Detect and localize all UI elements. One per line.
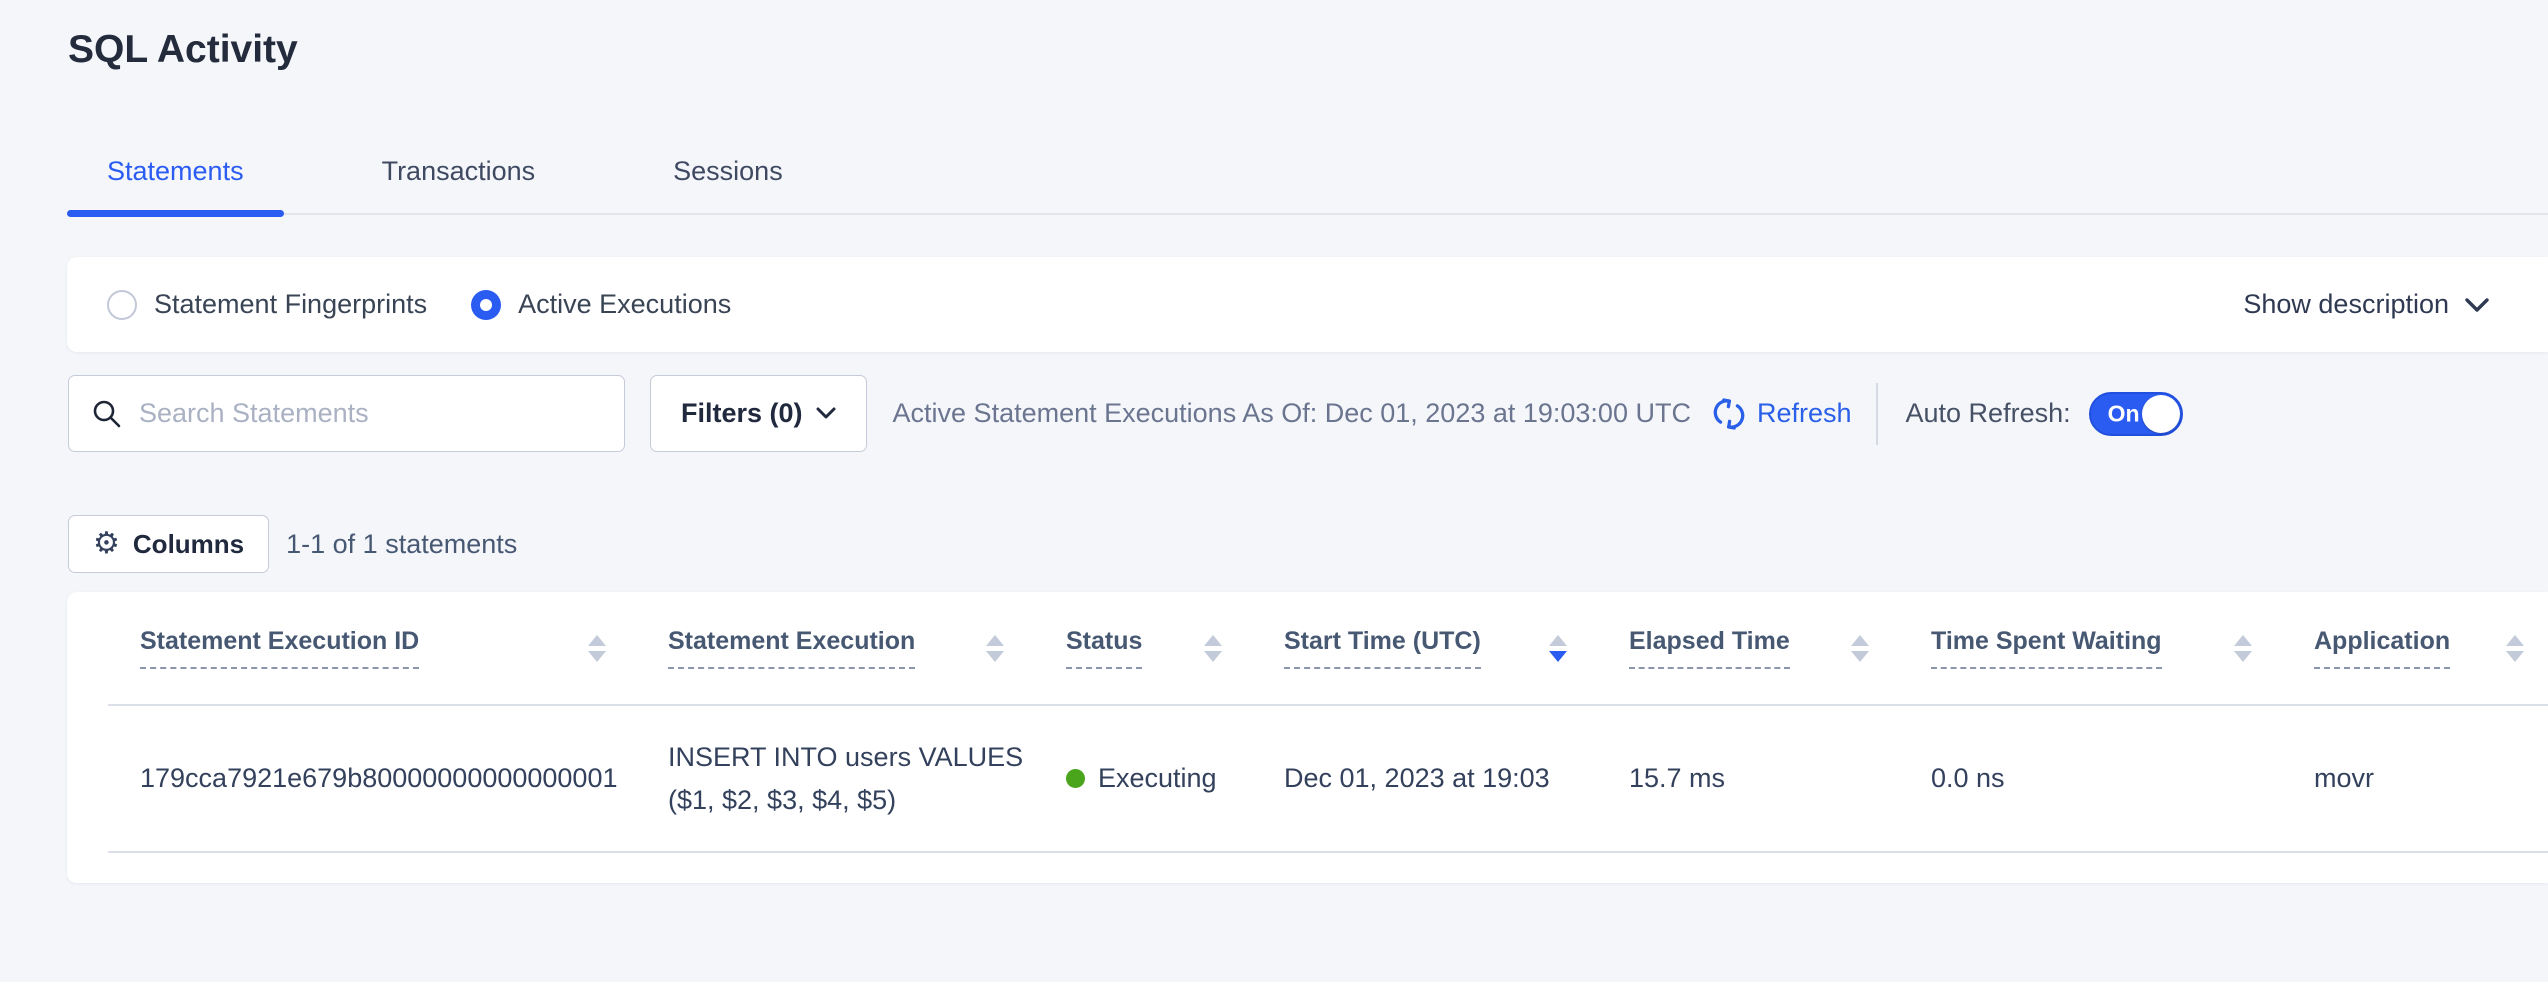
column-label[interactable]: Application xyxy=(2314,627,2450,669)
column-header-status: Status xyxy=(1066,627,1284,669)
radio-active-executions[interactable]: Active Executions xyxy=(471,289,731,320)
cell-start-time: Dec 01, 2023 at 19:03 xyxy=(1284,763,1629,794)
filters-button[interactable]: Filters (0) xyxy=(650,375,867,452)
column-header-statement-execution: Statement Execution xyxy=(668,627,1066,669)
show-description-button[interactable]: Show description xyxy=(2243,289,2490,320)
show-description-label: Show description xyxy=(2243,289,2449,320)
column-label[interactable]: Statement Execution ID xyxy=(140,627,419,669)
column-header-elapsed-time: Elapsed Time xyxy=(1629,627,1931,669)
sort-arrows-icon[interactable] xyxy=(986,635,1004,662)
radio-selected-icon[interactable] xyxy=(471,290,501,320)
radio-statement-fingerprints[interactable]: Statement Fingerprints xyxy=(107,289,427,320)
columns-button[interactable]: ⚙ Columns xyxy=(68,515,269,573)
radio-unselected-icon[interactable] xyxy=(107,290,137,320)
table-row[interactable]: 179cca7921e679b80000000000000001 INSERT … xyxy=(67,706,2548,851)
radio-label: Active Executions xyxy=(518,289,731,320)
sort-arrows-icon[interactable] xyxy=(588,635,606,662)
search-box[interactable] xyxy=(68,375,625,452)
cell-elapsed-time: 15.7 ms xyxy=(1629,763,1931,794)
cell-status: Executing xyxy=(1066,763,1284,794)
sort-arrows-icon-active-desc[interactable] xyxy=(1549,635,1567,662)
row-separator xyxy=(108,851,2548,853)
tab-transactions[interactable]: Transactions xyxy=(342,150,576,213)
page-title: SQL Activity xyxy=(68,28,298,72)
cell-statement[interactable]: INSERT INTO users VALUES ($1, $2, $3, $4… xyxy=(668,736,1066,822)
column-header-statement-execution-id: Statement Execution ID xyxy=(140,627,668,669)
tab-sessions[interactable]: Sessions xyxy=(633,150,823,213)
cell-execution-id[interactable]: 179cca7921e679b80000000000000001 xyxy=(140,763,668,794)
column-label[interactable]: Status xyxy=(1066,627,1142,669)
column-label[interactable]: Elapsed Time xyxy=(1629,627,1790,669)
result-count: 1-1 of 1 statements xyxy=(286,529,517,560)
tab-bar: Statements Transactions Sessions xyxy=(67,150,2548,215)
status-label: Executing xyxy=(1098,763,1217,794)
gear-icon: ⚙ xyxy=(93,529,120,559)
refresh-icon xyxy=(1711,396,1747,432)
column-label[interactable]: Statement Execution xyxy=(668,627,915,669)
search-input[interactable] xyxy=(139,398,606,429)
column-label[interactable]: Time Spent Waiting xyxy=(1931,627,2162,669)
statements-table: Statement Execution ID Statement Executi… xyxy=(67,592,2548,883)
filters-label: Filters (0) xyxy=(681,398,803,429)
table-header-row: Statement Execution ID Statement Executi… xyxy=(67,592,2548,704)
controls-row: Filters (0) Active Statement Executions … xyxy=(68,375,2548,452)
as-of-timestamp: Active Statement Executions As Of: Dec 0… xyxy=(893,398,1691,429)
search-icon xyxy=(91,398,123,430)
column-header-start-time: Start Time (UTC) xyxy=(1284,627,1629,669)
toggle-knob[interactable] xyxy=(2142,395,2180,433)
columns-label: Columns xyxy=(133,529,244,560)
column-header-time-spent-waiting: Time Spent Waiting xyxy=(1931,627,2314,669)
tab-statements[interactable]: Statements xyxy=(67,150,284,213)
auto-refresh-toggle[interactable]: On xyxy=(2089,392,2183,436)
vertical-divider xyxy=(1876,383,1878,445)
table-toolbar: ⚙ Columns 1-1 of 1 statements xyxy=(68,515,517,573)
sort-arrows-icon[interactable] xyxy=(1851,635,1869,662)
sort-arrows-icon[interactable] xyxy=(2234,635,2252,662)
column-header-application: Application xyxy=(2314,627,2548,669)
refresh-button[interactable]: Refresh xyxy=(1711,396,1852,432)
status-executing-dot-icon xyxy=(1066,769,1085,788)
cell-application: movr xyxy=(2314,763,2548,794)
column-label[interactable]: Start Time (UTC) xyxy=(1284,627,1481,669)
refresh-label: Refresh xyxy=(1757,398,1852,429)
sort-arrows-icon[interactable] xyxy=(1204,635,1222,662)
view-mode-card: Statement Fingerprints Active Executions… xyxy=(67,257,2548,352)
sort-arrows-icon[interactable] xyxy=(2506,635,2524,662)
auto-refresh-label: Auto Refresh: xyxy=(1906,398,2071,429)
sql-activity-page: SQL Activity Statements Transactions Ses… xyxy=(0,0,2548,982)
chevron-down-icon xyxy=(2464,297,2490,313)
radio-label: Statement Fingerprints xyxy=(154,289,427,320)
cell-time-spent-waiting: 0.0 ns xyxy=(1931,763,2314,794)
toggle-state-label: On xyxy=(2108,400,2140,427)
chevron-down-icon xyxy=(816,407,836,420)
